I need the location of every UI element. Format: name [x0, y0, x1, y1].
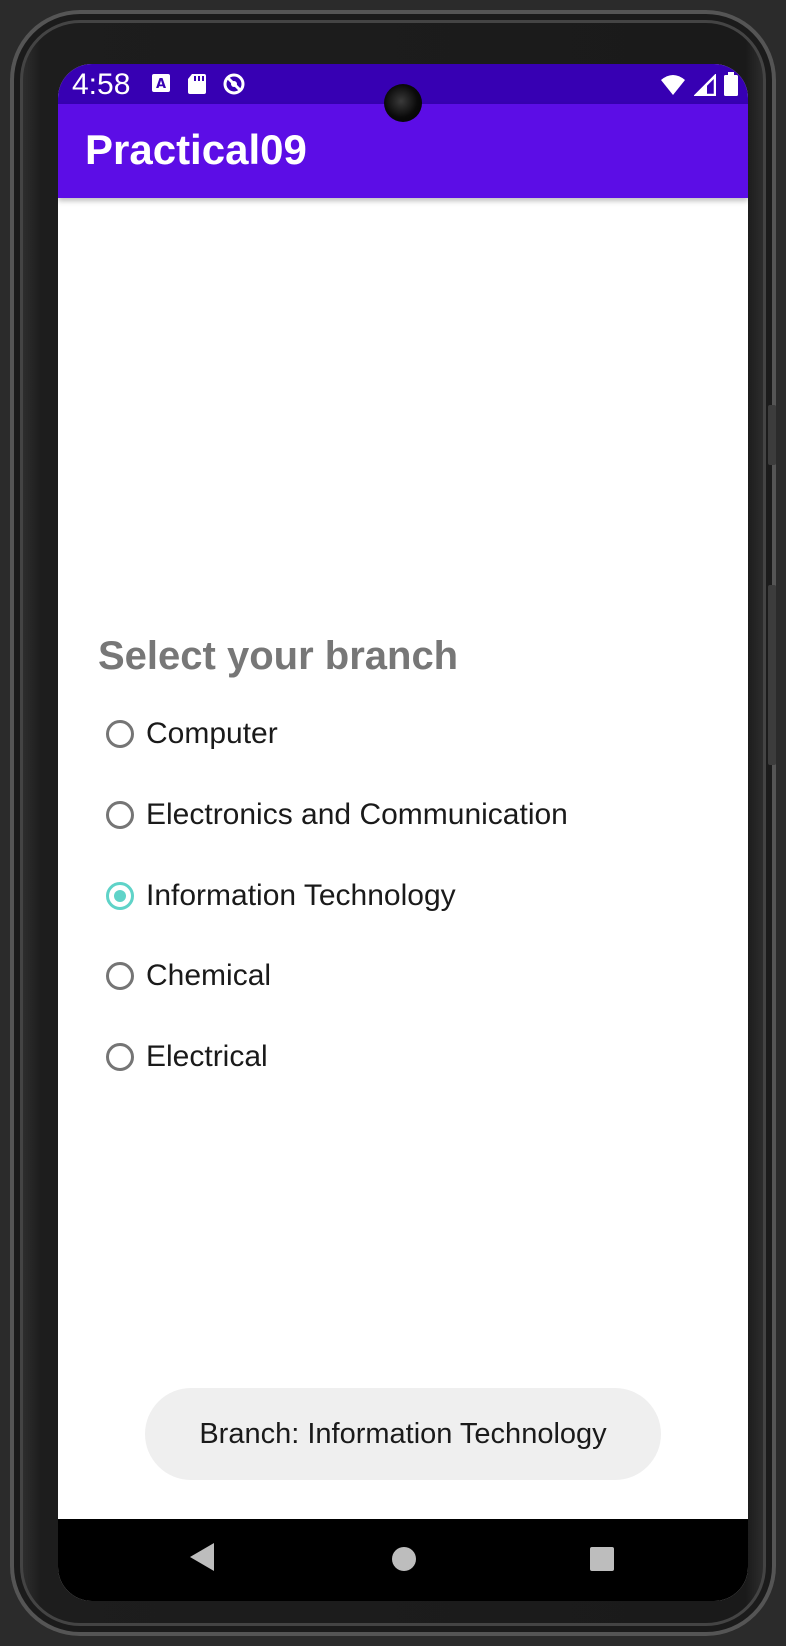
- sd-card-icon: [186, 72, 208, 101]
- a-notification-icon: A: [150, 72, 172, 101]
- recents-icon[interactable]: [590, 1547, 614, 1571]
- radio-option-electrical[interactable]: Electrical: [106, 1017, 568, 1098]
- radio-label: Electronics and Communication: [146, 798, 568, 832]
- toast-message: Branch: Information Technology: [145, 1388, 661, 1480]
- cell-signal-icon: [692, 72, 717, 101]
- navigation-bar: [58, 1519, 748, 1601]
- svg-text:A: A: [156, 77, 166, 92]
- branch-heading: Select your branch: [98, 634, 459, 678]
- front-camera: [384, 84, 422, 122]
- branch-radio-group: Computer Electronics and Communication I…: [106, 694, 568, 1097]
- radio-option-chemical[interactable]: Chemical: [106, 936, 568, 1017]
- status-time: 4:58: [72, 68, 131, 101]
- radio-label: Computer: [146, 717, 278, 751]
- radio-option-computer[interactable]: Computer: [106, 694, 568, 775]
- home-icon[interactable]: [392, 1547, 416, 1571]
- wifi-icon: [660, 74, 686, 101]
- radio-label: Chemical: [146, 959, 272, 993]
- radio-button[interactable]: [106, 720, 134, 749]
- radio-button[interactable]: [106, 1043, 134, 1072]
- toast-text: Branch: Information Technology: [199, 1417, 607, 1450]
- battery-icon: [724, 72, 738, 101]
- radio-button[interactable]: [106, 962, 134, 991]
- radio-label: Information Technology: [146, 878, 456, 912]
- app-title: Practical09: [85, 126, 307, 173]
- radio-option-information-technology[interactable]: Information Technology: [106, 855, 568, 936]
- radio-button[interactable]: [106, 801, 134, 830]
- screen: 4:58 A Practical09 Select your branch Co…: [58, 64, 748, 1601]
- radio-button-checked[interactable]: [106, 881, 134, 910]
- power-button: [768, 405, 776, 465]
- radio-option-electronics-and-communication[interactable]: Electronics and Communication: [106, 775, 568, 856]
- radio-label: Electrical: [146, 1040, 268, 1074]
- back-icon[interactable]: [188, 1541, 216, 1578]
- volume-button: [768, 585, 776, 765]
- phone-frame: 4:58 A Practical09 Select your branch Co…: [10, 10, 776, 1636]
- no-disturb-icon: [222, 72, 246, 101]
